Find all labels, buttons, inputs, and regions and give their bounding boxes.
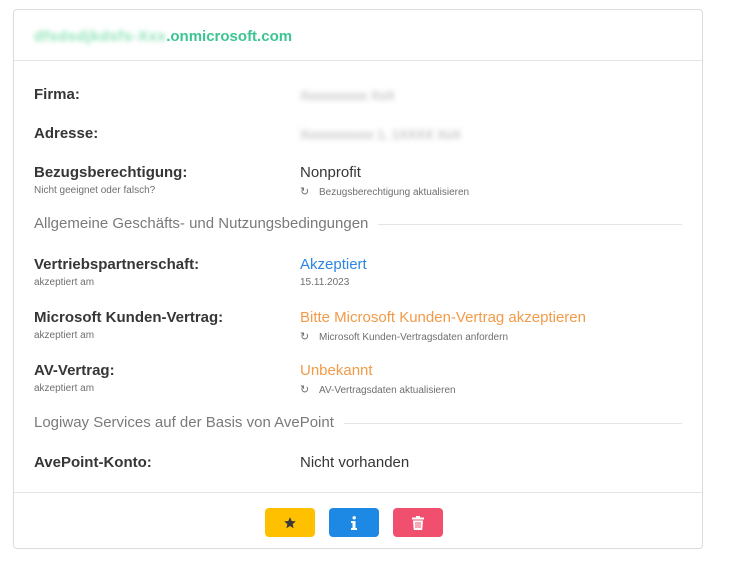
trash-icon [412,515,424,530]
refresh-icon: ↻ [300,186,310,198]
section-agb-title: Allgemeine Geschäfts- und Nutzungsbeding… [34,215,369,232]
tenant-card: dfsdsdjkdsfs-Xxx.onmicrosoft.com Firma: … [13,9,703,549]
av-label: AV-Vertrag: [34,362,115,379]
delete-button[interactable] [393,508,443,537]
vertrieb-sub: akzeptiert am [34,277,95,288]
star-icon [284,516,296,528]
info-icon [351,515,357,530]
mkv-sub: akzeptiert am [34,330,95,341]
section-divider [378,224,682,225]
section-logiway-title: Logiway Services auf der Basis von AvePo… [34,414,334,431]
refresh-icon: ↻ [300,384,310,396]
domain-suffix: .onmicrosoft.com [166,28,293,45]
section-divider [343,423,682,424]
vertrieb-date: 15.11.2023 [300,277,350,288]
avepoint-value: Nicht vorhanden [300,454,410,471]
mkv-accept-link[interactable]: Bitte Microsoft Kunden-Vertrag akzeptier… [300,309,586,326]
bezug-label: Bezugsberechtigung: [34,164,188,181]
avepoint-label: AvePoint-Konto: [34,454,152,471]
adresse-value: Xxxxxxxxxxx 1, 1XXXX XxX [300,126,461,143]
firma-value-redacted: Xxxxxxxxxx XxX [300,88,395,103]
mkv-refresh-action[interactable]: ↻ Microsoft Kunden-Vertragsdaten anforder… [300,330,508,343]
card-header: dfsdsdjkdsfs-Xxx.onmicrosoft.com [14,10,702,61]
refresh-icon: ↻ [300,331,310,343]
bezug-value: Nonprofit [300,164,361,181]
vertrieb-label: Vertriebspartnerschaft: [34,256,200,273]
mkv-action-label: Microsoft Kunden-Vertragsdaten anfordern [319,332,508,343]
card-footer [14,492,702,551]
av-value: Unbekannt [300,362,373,379]
av-action-label: AV-Vertragsdaten aktualisieren [319,385,456,396]
vertrieb-value: Akzeptiert [300,256,367,273]
bezug-action-label: Bezugsberechtigung aktualisieren [319,187,470,198]
domain-prefix-redacted: dfsdsdjkdsfs-Xxx [34,28,167,45]
firma-label: Firma: [34,86,80,103]
av-refresh-action[interactable]: ↻ AV-Vertragsdaten aktualisieren [300,383,456,396]
firma-value: Xxxxxxxxxx XxX [300,87,395,104]
bezug-sub-link[interactable]: Nicht geeignet oder falsch? [34,185,155,196]
section-agb: Allgemeine Geschäfts- und Nutzungsbeding… [34,215,682,232]
adresse-label: Adresse: [34,125,99,142]
info-button[interactable] [329,508,379,537]
adresse-value-redacted: Xxxxxxxxxxx 1, 1XXXX XxX [300,127,462,142]
mkv-label: Microsoft Kunden-Vertrag: [34,309,224,326]
bezug-refresh-action[interactable]: ↻ Bezugsberechtigung aktualisieren [300,185,469,198]
favorite-button[interactable] [265,508,315,537]
av-sub: akzeptiert am [34,383,95,394]
section-logiway: Logiway Services auf der Basis von AvePo… [34,414,682,431]
